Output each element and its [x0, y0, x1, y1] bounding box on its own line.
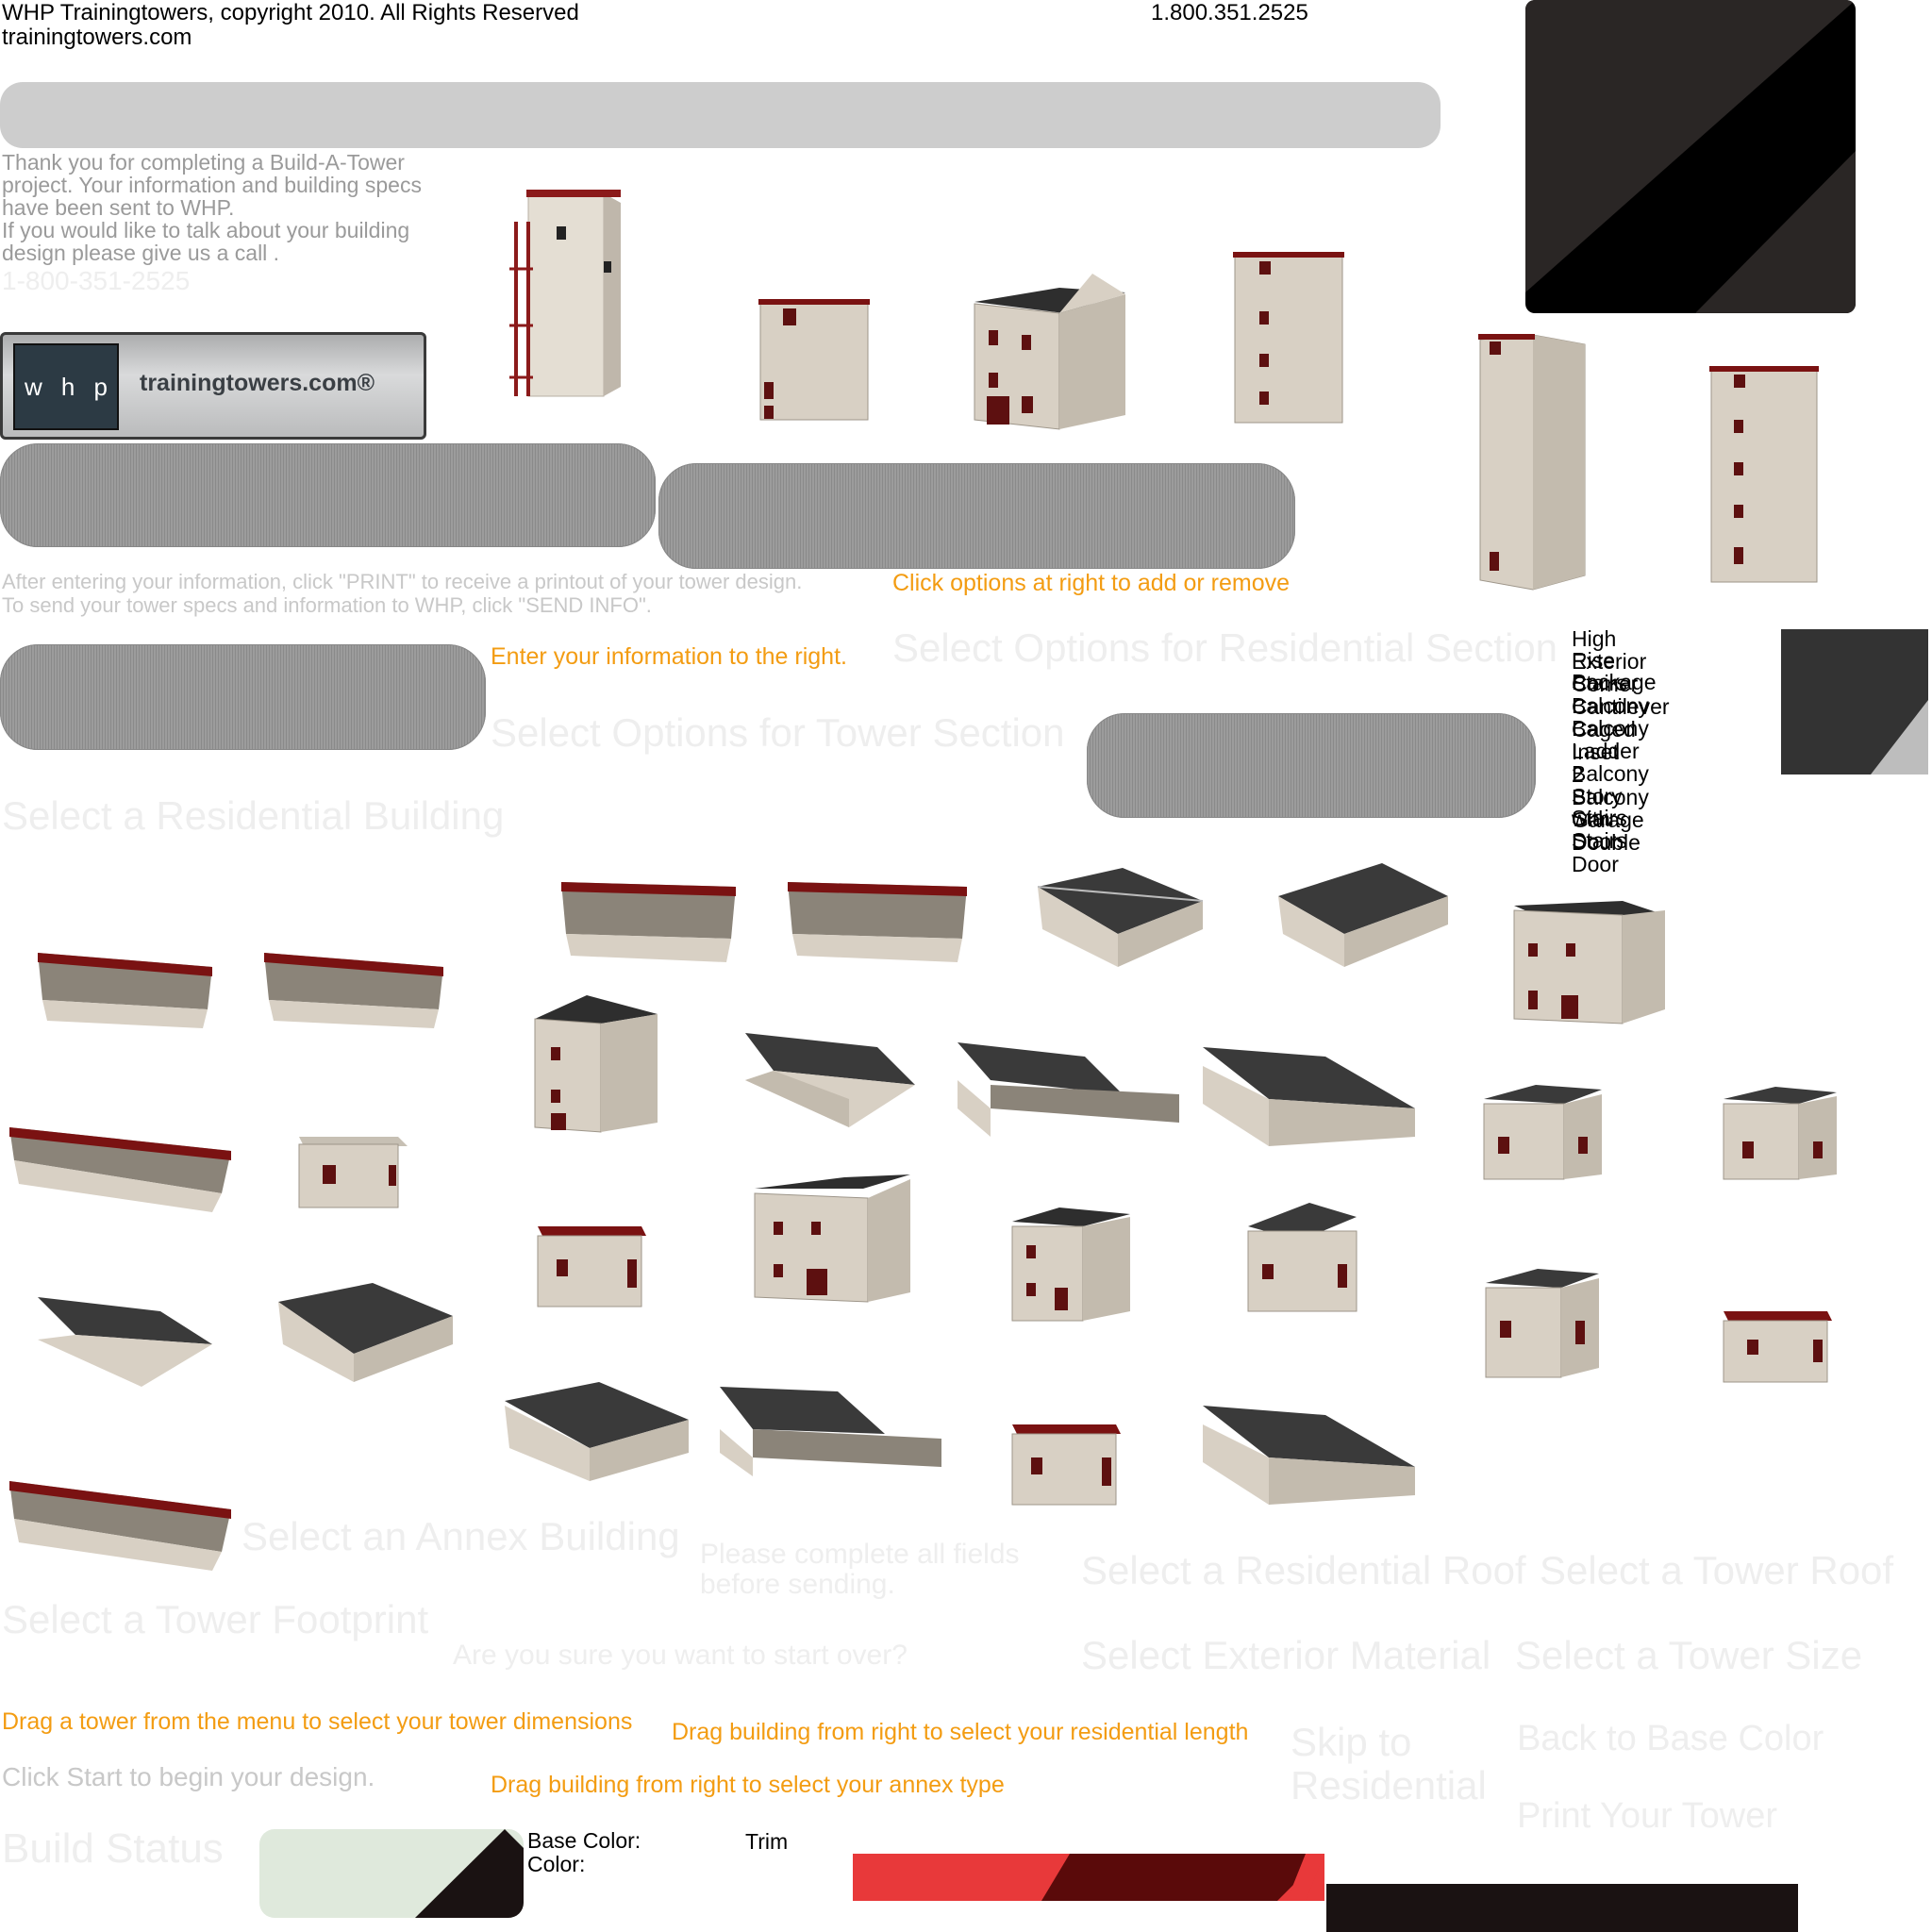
- roof-bottom-gable-3[interactable]: [1193, 1373, 1424, 1509]
- thankyou-message: Thank you for completing a Build-A-Tower…: [2, 150, 422, 265]
- build-status-label: Build Status: [2, 1825, 224, 1872]
- heading-start-over: Are you sure you want to start over?: [453, 1640, 908, 1671]
- click-start-text: Click Start to begin your design.: [2, 1762, 375, 1791]
- skip-residential-button[interactable]: Skip to Residential: [1291, 1721, 1487, 1807]
- tower-ladder-image[interactable]: [453, 184, 641, 406]
- footprint-left-2[interactable]: [259, 943, 453, 1033]
- house-gable-image[interactable]: [970, 255, 1135, 439]
- footprint-left-large[interactable]: [5, 1108, 236, 1212]
- base-color-swatch[interactable]: [259, 1829, 524, 1918]
- print-tower-button[interactable]: Print Your Tower: [1517, 1798, 1777, 1834]
- annex-gable-railing[interactable]: [1243, 1189, 1366, 1321]
- annex-small-gable-2[interactable]: [1719, 1075, 1846, 1189]
- annex-right-flat[interactable]: [1719, 1307, 1837, 1391]
- info-panel-center[interactable]: [658, 463, 1295, 569]
- tower-tall-image-2[interactable]: [1707, 363, 1821, 594]
- roof-flat-railing-2[interactable]: [1269, 844, 1453, 976]
- house-gable-side-image[interactable]: [1509, 891, 1674, 1033]
- status-panel[interactable]: [0, 644, 486, 750]
- heading-tower-options: Select Options for Tower Section: [491, 710, 1065, 755]
- drag-residential-text: Drag building from right to select your …: [672, 1719, 1249, 1745]
- trim-color-bar[interactable]: [853, 1854, 1324, 1901]
- logo-letter-h: h: [60, 372, 75, 401]
- footprint-open-2[interactable]: [783, 873, 976, 967]
- send-instruction: To send your tower specs and information…: [2, 593, 652, 617]
- roof-left-gable-2[interactable]: [269, 1259, 462, 1391]
- tower-tall-image-1[interactable]: [1476, 330, 1590, 594]
- house-tall-gable-2[interactable]: [1008, 1193, 1140, 1330]
- enter-info-text: Enter your information to the right.: [491, 643, 847, 670]
- tower-medium-image[interactable]: [1231, 250, 1349, 429]
- roof-left-gable-1[interactable]: [28, 1264, 222, 1391]
- roof-bottom-gable-1[interactable]: [495, 1363, 693, 1486]
- heading-annex-building: Select an Annex Building: [242, 1514, 680, 1558]
- header-phone: 1.800.351.2525: [1151, 0, 1308, 25]
- heading-residential-options: Select Options for Residential Section: [892, 625, 1558, 670]
- trim-color-label: Trim Color:: [527, 1829, 789, 1876]
- heading-exterior-material: Select Exterior Material: [1081, 1633, 1491, 1677]
- copyright-text: WHP Trainingtowers, copyright 2010. All …: [2, 0, 579, 25]
- logo-letter-w: w: [25, 372, 42, 401]
- annex-small-gable-1[interactable]: [1479, 1071, 1611, 1189]
- house-tall-gable[interactable]: [530, 981, 667, 1141]
- roof-gable-railing-3[interactable]: [1193, 1014, 1420, 1151]
- info-panel-left[interactable]: [0, 443, 656, 547]
- heading-residential-roof: Select a Residential Roof: [1081, 1548, 1526, 1592]
- shed-small[interactable]: [294, 1127, 412, 1222]
- option-double-door[interactable]: Double Door: [1572, 832, 1641, 875]
- site-url: trainingtowers.com: [2, 25, 192, 50]
- back-base-color-button[interactable]: Back to Base Color: [1517, 1721, 1824, 1757]
- heading-residential-building: Select a Residential Building: [2, 793, 505, 838]
- heading-tower-footprint: Select a Tower Footprint: [2, 1597, 429, 1641]
- shed-railing-1[interactable]: [533, 1208, 651, 1321]
- click-options-text: Click options at right to add or remove: [892, 570, 1291, 596]
- heading-complete-fields: Please complete all fields before sendin…: [700, 1539, 1020, 1600]
- house-gable-large[interactable]: [750, 1160, 915, 1316]
- logo-badge: w h p: [13, 343, 119, 430]
- drag-tower-text: Drag a tower from the menu to select you…: [2, 1708, 633, 1735]
- roof-flat-railing-1[interactable]: [1028, 849, 1212, 976]
- dark-footer-bar: [1326, 1884, 1798, 1932]
- tower-small-image[interactable]: [755, 297, 873, 429]
- footprint-left-bottom[interactable]: [5, 1467, 236, 1575]
- logo-letter-p: p: [93, 372, 108, 401]
- heading-tower-size: Select a Tower Size: [1515, 1633, 1863, 1677]
- heading-tower-roof: Select a Tower Roof: [1540, 1548, 1894, 1592]
- roof-gable-railing-1[interactable]: [736, 1005, 929, 1132]
- title-bar: [0, 82, 1441, 148]
- options-panel[interactable]: [1087, 713, 1536, 818]
- drag-annex-text: Drag building from right to select your …: [491, 1772, 1005, 1798]
- print-instruction: After entering your information, click "…: [2, 570, 803, 593]
- dark-swatch-panel: [1525, 0, 1856, 313]
- footprint-left-1[interactable]: [33, 943, 217, 1033]
- option-swatch: [1781, 629, 1928, 774]
- annex-right-gable[interactable]: [1481, 1255, 1604, 1387]
- whp-logo: w h p trainingtowers.com®: [0, 332, 426, 440]
- thankyou-phone: 1-800-351-2525: [2, 266, 191, 295]
- roof-gable-railing-2[interactable]: [953, 1014, 1184, 1146]
- footprint-open-1[interactable]: [557, 873, 745, 967]
- roof-bottom-gable-2[interactable]: [715, 1354, 946, 1486]
- shed-railing-2[interactable]: [1008, 1410, 1125, 1514]
- logo-domain: trainingtowers.com®: [140, 370, 375, 396]
